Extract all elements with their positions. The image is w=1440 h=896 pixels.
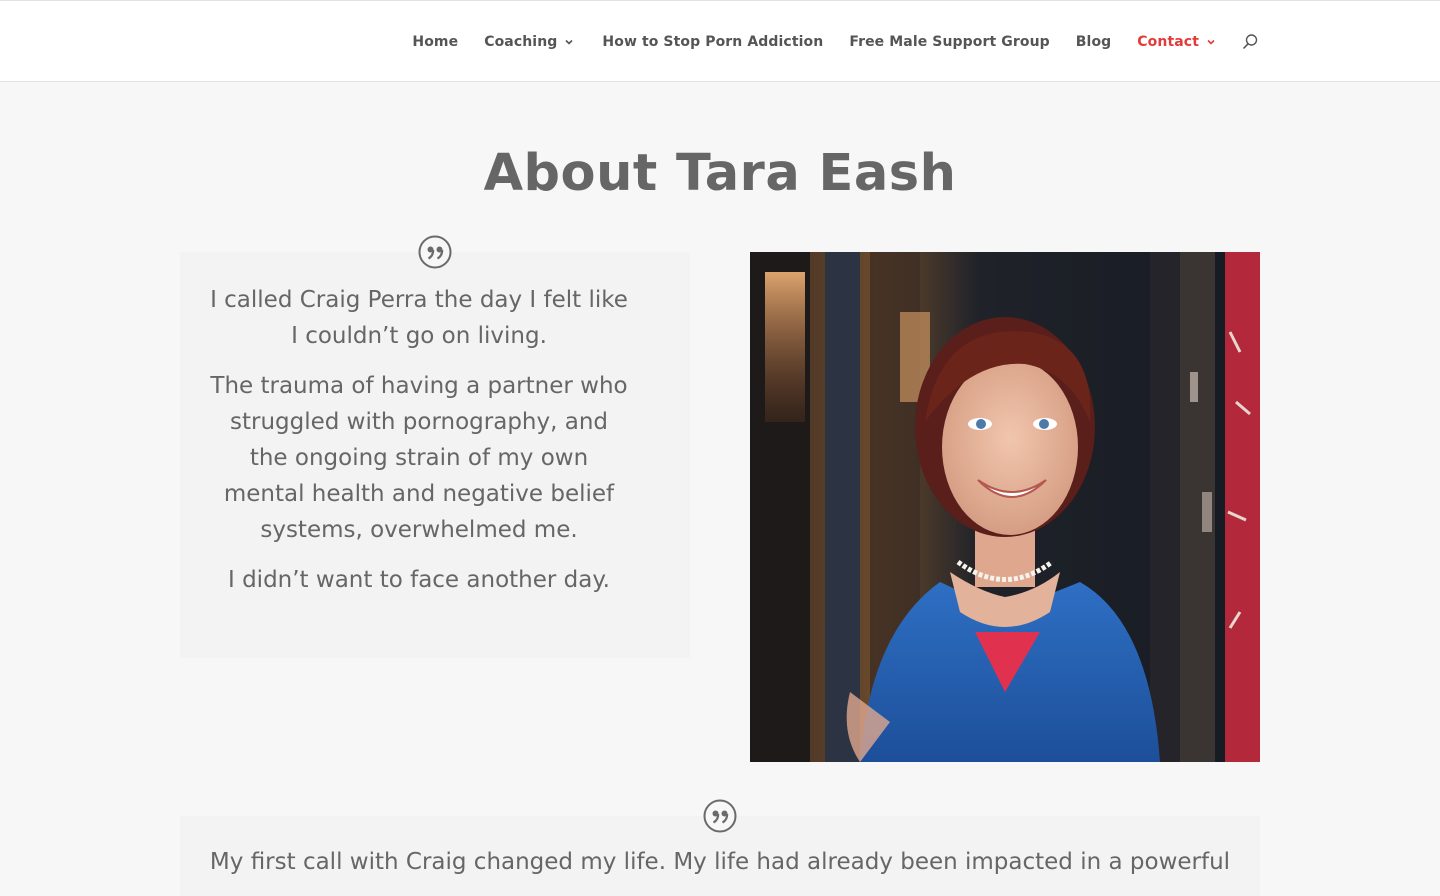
page-title: About Tara Eash	[483, 144, 957, 203]
nav-item-label: Home	[412, 33, 459, 50]
testimonial-paragraph: I didn’t want to face another day.	[227, 567, 610, 593]
quote-icon	[418, 235, 452, 269]
testimonial-paragraph: The trauma of having a partner who strug…	[210, 373, 628, 543]
nav-item-how-to-stop[interactable]: How to Stop Porn Addiction	[602, 34, 823, 50]
testimonial-card: I called Craig Perra the day I felt like…	[180, 252, 690, 658]
nav-item-label: Blog	[1075, 33, 1112, 50]
nav-item-contact[interactable]: Contact	[1137, 34, 1218, 50]
nav-item-support-group[interactable]: Free Male Support Group	[849, 34, 1049, 50]
nav-item-home[interactable]: Home	[412, 34, 458, 50]
testimonial-body: My first call with Craig changed my life…	[209, 849, 1231, 875]
chevron-down-icon	[1206, 36, 1218, 48]
search-icon[interactable]	[1240, 32, 1260, 52]
nav-item-label: Contact	[1137, 33, 1199, 50]
chevron-down-icon	[564, 36, 576, 48]
nav-item-coaching[interactable]: Coaching	[484, 34, 576, 50]
nav-item-label: How to Stop Porn Addiction	[602, 33, 824, 50]
testimonial-body: I called Craig Perra the day I felt like…	[210, 282, 628, 612]
nav-item-label: Coaching	[484, 33, 558, 50]
quote-icon	[703, 799, 737, 833]
nav-item-blog[interactable]: Blog	[1076, 34, 1112, 50]
nav-item-label: Free Male Support Group	[849, 33, 1050, 50]
main-nav: Home Coaching How to Stop Porn Addiction…	[386, 1, 1260, 82]
site-header: Home Coaching How to Stop Porn Addiction…	[0, 0, 1440, 82]
testimonial-paragraph: I called Craig Perra the day I felt like…	[210, 287, 628, 349]
portrait-photo	[750, 252, 1260, 762]
